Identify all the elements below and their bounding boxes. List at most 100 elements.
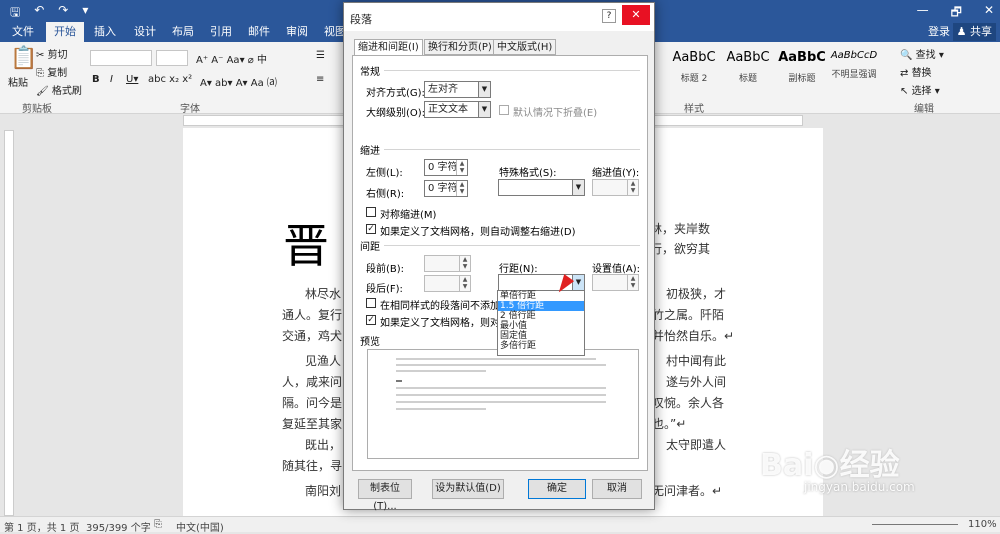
- document-text-line: 交通，鸡犬: [282, 329, 343, 343]
- document-text-line: 人，咸来问: [282, 375, 343, 389]
- tab-file[interactable]: 文件: [4, 22, 42, 42]
- editing-group-label: 编辑: [914, 104, 934, 115]
- preview-line: [396, 408, 486, 410]
- replace-button[interactable]: ⇄ 替换: [900, 64, 932, 79]
- line-spacing-option[interactable]: 1.5 倍行距: [498, 301, 584, 311]
- document-text-line: 复延至其家: [282, 417, 343, 431]
- spinner-icon[interactable]: ▲ ▼: [627, 180, 638, 195]
- tab-layout[interactable]: 布局: [164, 22, 202, 42]
- align-left-icon[interactable]: ≡: [316, 74, 324, 85]
- tab-mailings[interactable]: 邮件: [240, 22, 278, 42]
- underline-icon[interactable]: U▾: [126, 74, 138, 85]
- by-label: 缩进值(Y):: [592, 168, 640, 179]
- line-spacing-option[interactable]: 固定值: [498, 331, 584, 341]
- auto-adjust-checkbox[interactable]: ✓: [366, 224, 376, 234]
- before-input[interactable]: ▲ ▼: [424, 255, 471, 272]
- alignment-select[interactable]: 左对齐 ▼: [424, 81, 491, 98]
- copy-button[interactable]: ⎘ 复制: [36, 64, 67, 79]
- style-item-title[interactable]: AaBbC 标题: [722, 50, 774, 94]
- tab-insert[interactable]: 插入: [86, 22, 124, 42]
- general-heading: 常规: [360, 67, 380, 78]
- spinner-icon[interactable]: ▲ ▼: [459, 256, 470, 271]
- zoom-slider[interactable]: [872, 524, 958, 525]
- cancel-button[interactable]: 取消: [592, 479, 642, 499]
- style-name: 标题: [738, 74, 757, 84]
- left-indent-input[interactable]: 0 字符 ▲ ▼: [424, 159, 468, 176]
- spinner-icon[interactable]: ▲ ▼: [459, 276, 470, 291]
- tab-indents-spacing[interactable]: 缩进和间距(I): [354, 39, 423, 56]
- style-name: 副标题: [788, 74, 816, 84]
- strike-sub-super-icon[interactable]: abc x₂ x²: [148, 74, 192, 85]
- tab-references[interactable]: 引用: [202, 22, 240, 42]
- close-button[interactable]: ✕: [984, 3, 994, 24]
- tab-review[interactable]: 审阅: [278, 22, 316, 42]
- ok-button[interactable]: 确定: [528, 479, 586, 499]
- line-spacing-option[interactable]: 2 倍行距: [498, 311, 584, 321]
- minimize-button[interactable]: —: [917, 3, 929, 24]
- line-spacing-option[interactable]: 单倍行距: [498, 291, 584, 301]
- no-space-checkbox[interactable]: [366, 298, 376, 308]
- cut-button[interactable]: ✂ 剪切: [36, 46, 68, 61]
- customize-qat-icon[interactable]: ▾: [82, 3, 88, 24]
- window-controls: — 🗗 ✕: [917, 3, 994, 24]
- help-button[interactable]: ?: [602, 9, 616, 23]
- format-painter-button[interactable]: 🖌 格式刷: [36, 82, 82, 97]
- document-text-line: 既出，: [305, 438, 342, 452]
- spinner-icon[interactable]: ▲ ▼: [627, 275, 638, 290]
- tab-line-page-breaks[interactable]: 换行和分页(P): [424, 39, 496, 55]
- mirror-indent-checkbox[interactable]: [366, 207, 376, 217]
- after-input[interactable]: ▲ ▼: [424, 275, 471, 292]
- find-button[interactable]: 🔍 查找 ▾: [900, 46, 944, 61]
- share-button[interactable]: ♟ 共享: [952, 23, 996, 41]
- document-text-line: 林尽水: [305, 287, 342, 301]
- by-input[interactable]: ▲ ▼: [592, 179, 639, 196]
- grow-font-icon[interactable]: A⁺ A⁻ Aa▾ ⌀ 中: [196, 51, 267, 66]
- style-sample: AaBbC: [778, 50, 826, 65]
- tab-home[interactable]: 开始: [46, 22, 84, 42]
- login-link[interactable]: 登录: [928, 22, 950, 42]
- font-name-box[interactable]: [90, 50, 152, 66]
- paste-icon[interactable]: 📋: [10, 46, 37, 71]
- paste-button[interactable]: 粘贴: [8, 74, 28, 89]
- outline-level-value: 正文文本: [428, 104, 468, 115]
- restore-button[interactable]: 🗗: [951, 3, 962, 24]
- preview-heading: 预览: [360, 337, 380, 348]
- style-item-heading2[interactable]: AaBbC 标题 2: [668, 50, 720, 94]
- divider: [384, 70, 640, 71]
- style-item-subtle-emphasis[interactable]: AaBbCcD 不明显强调: [828, 50, 880, 94]
- bullets-icon[interactable]: ☰: [316, 50, 325, 61]
- select-button[interactable]: ↖ 选择 ▾: [900, 82, 940, 97]
- cut-label: 剪切: [47, 50, 68, 61]
- bold-icon[interactable]: B: [92, 74, 100, 85]
- outline-level-select[interactable]: 正文文本 ▼: [424, 101, 491, 118]
- style-item-subtitle[interactable]: AaBbC 副标题: [776, 50, 828, 94]
- right-indent-input[interactable]: 0 字符 ▲ ▼: [424, 180, 468, 197]
- proofing-icon[interactable]: ⎘: [154, 519, 162, 530]
- undo-icon[interactable]: ↶: [34, 3, 44, 24]
- document-text-line: 随其往，寻: [282, 459, 343, 473]
- styles-group-label: 样式: [684, 104, 704, 115]
- zoom-level[interactable]: 110%: [968, 519, 997, 530]
- tab-design[interactable]: 设计: [126, 22, 164, 42]
- vertical-ruler[interactable]: [4, 130, 14, 516]
- text-effects-icon[interactable]: A▾ ab▾ A▾ Aa ⒜: [200, 74, 277, 89]
- spinner-icon[interactable]: ▲ ▼: [456, 181, 467, 196]
- line-spacing-option[interactable]: 最小值: [498, 321, 584, 331]
- tab-asian-typography[interactable]: 中文版式(H): [493, 39, 557, 55]
- tabs-button[interactable]: 制表位(T)...: [358, 479, 412, 512]
- collapse-checkbox[interactable]: [499, 105, 509, 115]
- special-select[interactable]: ▼: [498, 179, 585, 196]
- font-size-box[interactable]: [156, 50, 188, 66]
- status-bar: 第 1 页，共 1 页 395/399 个字 ⎘ 中文(中国) 110%: [0, 516, 1000, 534]
- redo-icon[interactable]: ↷: [58, 3, 68, 24]
- snap-grid-checkbox[interactable]: ✓: [366, 315, 376, 325]
- at-input[interactable]: ▲ ▼: [592, 274, 639, 291]
- set-default-button[interactable]: 设为默认值(D): [432, 479, 504, 499]
- line-spacing-option[interactable]: 多倍行距: [498, 341, 584, 351]
- spinner-icon[interactable]: ▲ ▼: [456, 160, 467, 175]
- dialog-close-button[interactable]: ✕: [622, 5, 650, 25]
- italic-icon[interactable]: I: [110, 74, 113, 85]
- document-text-line: 太守即遣人: [666, 438, 727, 452]
- line-spacing-options: 单倍行距 1.5 倍行距 2 倍行距 最小值 固定值 多倍行距: [497, 290, 585, 356]
- save-icon[interactable]: 🖫: [10, 3, 20, 24]
